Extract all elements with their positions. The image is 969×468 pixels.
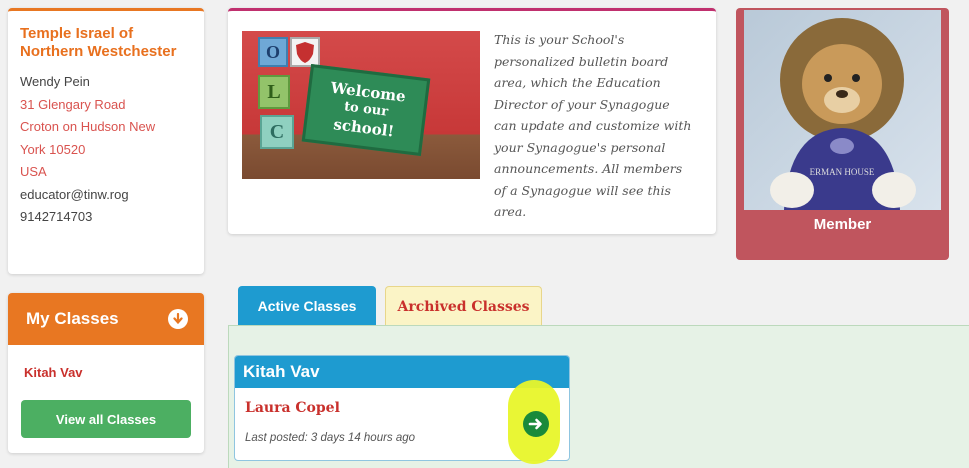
contact-name: Wendy Pein [20,74,90,89]
class-teacher[interactable]: Laura Copel [245,400,340,416]
address-country[interactable]: USA [20,161,192,184]
welcome-school-image: O L C Welcome to our school! [242,31,480,179]
address-line-2[interactable]: Croton on Hudson New [20,116,192,139]
class-last-posted: Last posted: 3 days 14 hours ago [245,432,416,444]
arrow-right-circle-icon[interactable] [523,411,549,437]
view-all-classes-button[interactable]: View all Classes [21,400,191,438]
school-name: Temple Israel of Northern Westchester [20,25,177,60]
school-contact-info: Wendy Pein 31 Glengary Road Croton on Hu… [20,71,192,229]
address-line-3[interactable]: York 10520 [20,139,192,162]
my-classes-card: My Classes Kitah Vav View all Classes [8,293,204,453]
bulletin-text: This is your School's personalized bulle… [494,32,692,219]
contact-email: educator@tinw.rog [20,186,129,202]
shield-icon [290,37,320,67]
member-label: Member [813,216,872,233]
my-classes-title: My Classes [26,309,119,328]
address-line-1[interactable]: 31 Glengary Road [20,94,192,117]
welcome-sign: Welcome to our school! [301,63,431,157]
my-classes-header[interactable]: My Classes [8,293,204,345]
block-l: L [258,75,290,109]
school-info-card: Temple Israel of Northern Westchester We… [8,8,204,274]
block-c: C [260,115,294,149]
block-o: O [258,37,288,67]
lion-plush-illustration: ERMAN HOUSE [770,18,916,210]
contact-phone: 9142714703 [20,209,93,224]
chevron-down-circle-icon[interactable] [168,309,188,329]
bulletin-board: O L C Welcome to our school! This is you… [228,8,716,234]
tab-archived-classes[interactable]: Archived Classes [385,286,542,326]
member-photo: ERMAN HOUSE [744,10,941,210]
shirt-text: ERMAN HOUSE [810,167,875,177]
tab-active-classes[interactable]: Active Classes [238,286,376,326]
my-classes-item-kitah-vav[interactable]: Kitah Vav [24,365,204,380]
member-card[interactable]: ERMAN HOUSE Member [736,8,949,260]
